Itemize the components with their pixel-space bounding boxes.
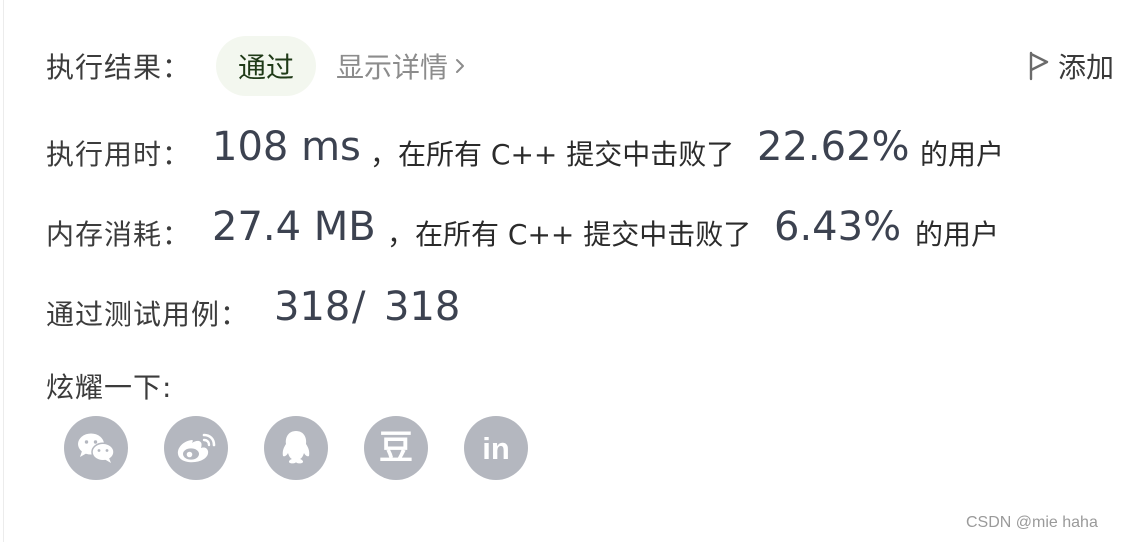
memory-label: 内存消耗： (46, 218, 192, 251)
status-badge: 通过 (216, 36, 316, 96)
share-label: 炫耀一下: (46, 371, 173, 404)
share-qq-button[interactable] (264, 416, 328, 480)
share-weibo-button[interactable] (164, 416, 228, 480)
qq-icon (282, 431, 310, 464)
watermark: CSDN @mie haha (966, 514, 1098, 531)
result-label: 执行结果： (46, 51, 192, 84)
memory-suffix: 的用户 (915, 218, 1000, 251)
wechat-icon (78, 433, 115, 463)
weibo-icon (177, 433, 216, 463)
memory-percent: 6.43% (774, 204, 902, 250)
memory-value: 27.4 MB (212, 204, 376, 250)
flag-icon (1029, 51, 1049, 81)
tests-separator: / (352, 284, 366, 330)
runtime-percent: 22.62% (757, 124, 910, 170)
tests-label: 通过测试用例： (46, 298, 250, 331)
runtime-value: 108 ms (212, 124, 361, 170)
show-details-label: 显示详情 (336, 51, 449, 84)
memory-beat-text: ，在所有 C++ 提交中击败了 (387, 218, 752, 251)
share-wechat-button[interactable] (64, 416, 128, 480)
runtime-beat-text: ，在所有 C++ 提交中击败了 (370, 138, 735, 171)
add-note-label: 添加 (1058, 51, 1115, 84)
tests-total: 318 (384, 284, 461, 330)
linkedin-icon: in (482, 430, 510, 466)
chevron-right-icon (456, 59, 465, 73)
add-note-button[interactable]: 添加 (1028, 46, 1114, 86)
runtime-suffix: 的用户 (920, 138, 1005, 171)
show-details-link[interactable]: 显示详情 (336, 46, 466, 86)
share-douban-button[interactable]: 豆 (364, 416, 428, 480)
douban-icon: 豆 (379, 428, 413, 468)
tests-passed: 318 (274, 284, 351, 330)
share-linkedin-button[interactable]: in (464, 416, 528, 480)
submission-result-card: 执行结果： 通过 显示详情 添加 执行用时： 108 ms ，在所有 C++ 提… (3, 0, 1130, 542)
runtime-label: 执行用时： (46, 138, 192, 171)
share-buttons: 豆 in (64, 416, 528, 480)
